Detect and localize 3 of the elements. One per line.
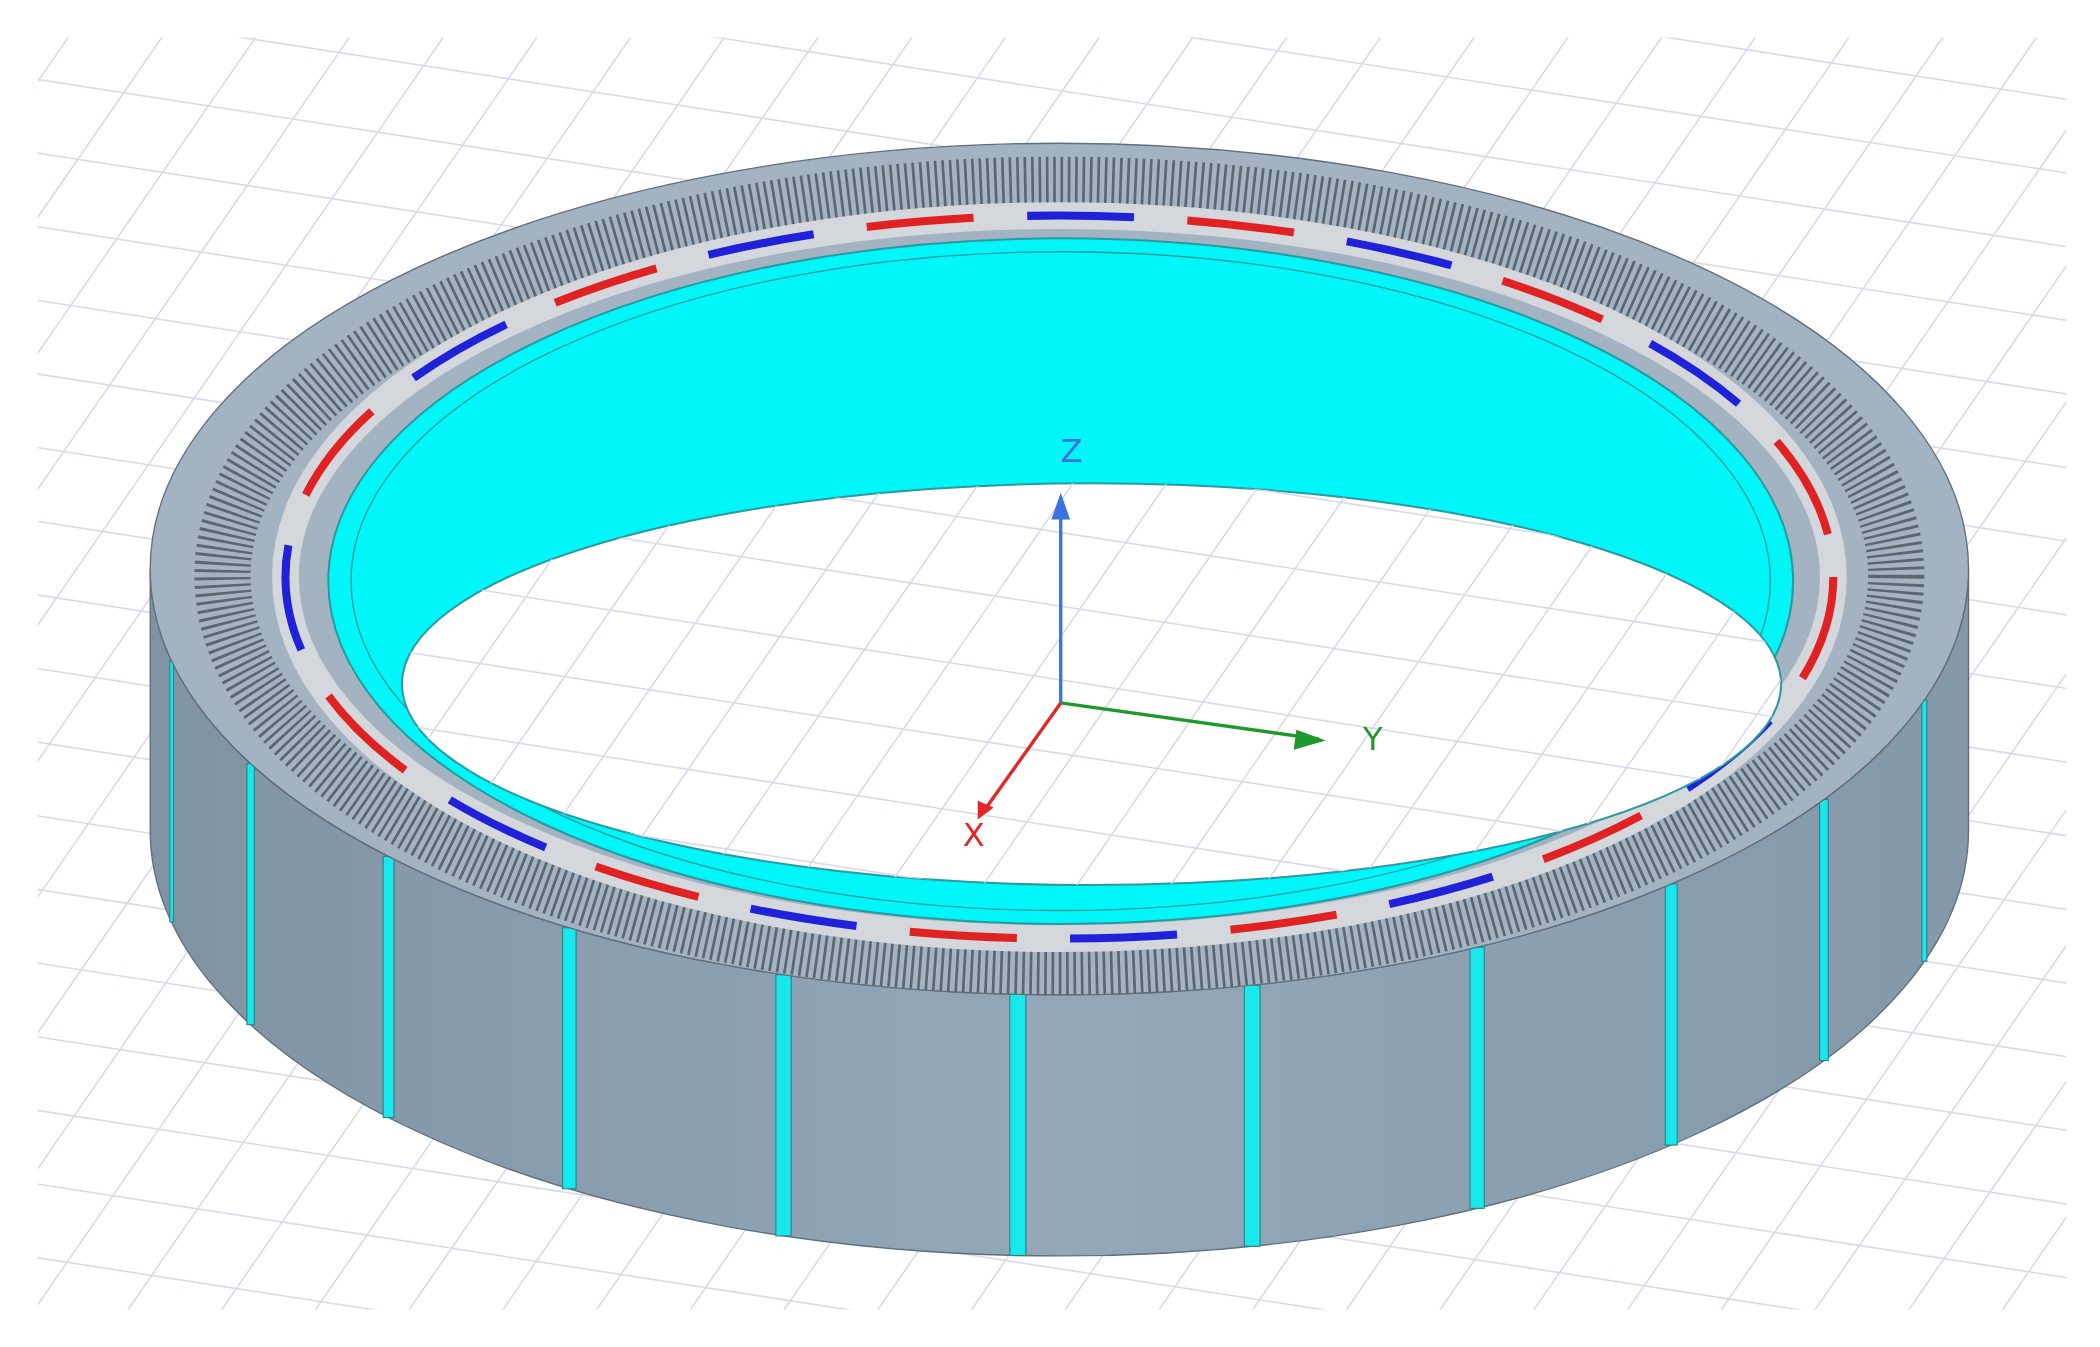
axis-label: X xyxy=(962,816,985,855)
axis-label: Z xyxy=(1060,431,1083,470)
axis-label: Y xyxy=(1362,719,1383,758)
